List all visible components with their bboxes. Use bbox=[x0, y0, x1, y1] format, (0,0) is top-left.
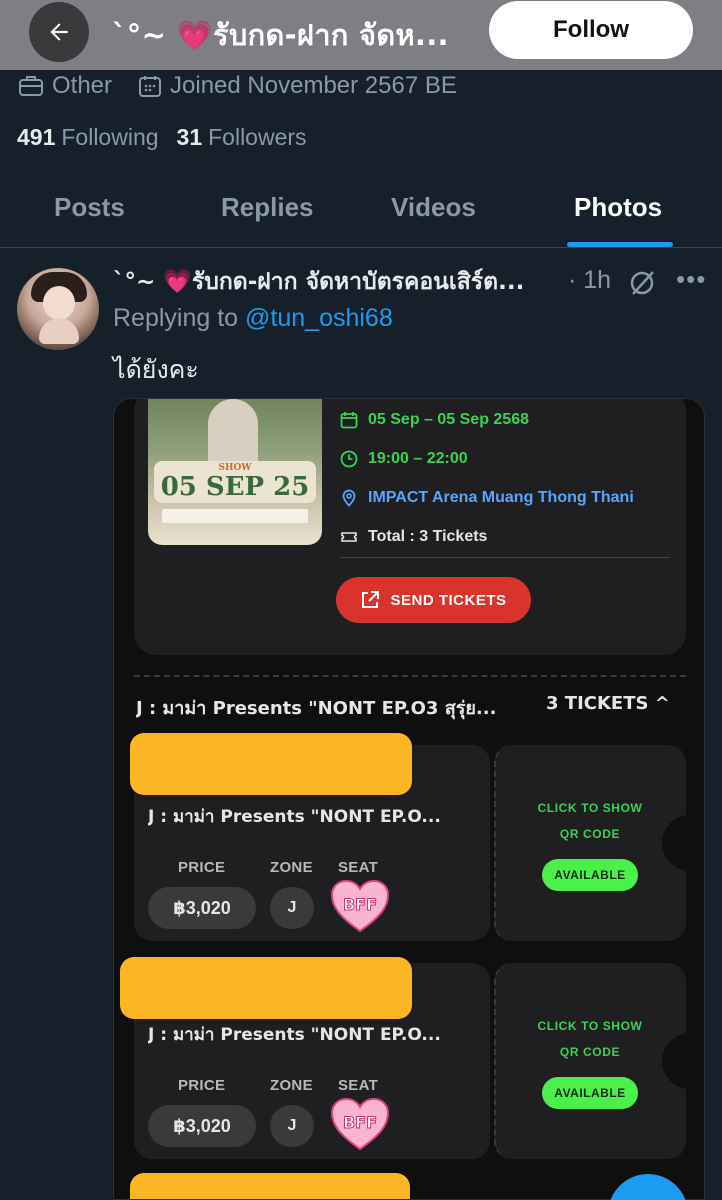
location-pin-icon bbox=[342, 489, 356, 507]
bff-heart-sticker: BFF bbox=[330, 1097, 390, 1151]
price-value: ฿3,020 bbox=[148, 887, 256, 929]
price-value: ฿3,020 bbox=[148, 1105, 256, 1147]
follow-stats: 491 Following 31 Followers bbox=[17, 124, 325, 151]
ticket-card[interactable]: J : มาม่า Presents "NONT EP.O... PRICE Z… bbox=[130, 733, 702, 941]
avatar[interactable] bbox=[17, 268, 99, 350]
venue-row: IMPACT Arena Muang Thong Thani bbox=[340, 489, 634, 507]
ticket-name: J : มาม่า Presents "NONT EP.O... bbox=[148, 1025, 441, 1045]
profile-category: Other bbox=[18, 72, 112, 100]
followers-label: Followers bbox=[208, 124, 307, 150]
profile-meta: Other Joined November 2567 BE bbox=[18, 72, 483, 100]
available-badge[interactable]: AVAILABLE bbox=[542, 1077, 638, 1109]
event-title: J : มาม่า Presents "NONT EP.O3 สุรุ่ย... bbox=[136, 698, 497, 719]
event-date: 05 Sep – 05 Sep 2568 bbox=[368, 411, 529, 428]
replying-to: Replying to @tun_oshi68 bbox=[113, 304, 393, 333]
post-text: ได้ยังคะ bbox=[113, 355, 199, 384]
profile-joined: Joined November 2567 BE bbox=[138, 72, 457, 100]
briefcase-icon bbox=[19, 76, 43, 96]
clock-icon bbox=[340, 450, 358, 468]
more-options-icon[interactable]: ••• bbox=[676, 264, 706, 295]
profile-tabs: Posts Replies Videos Photos bbox=[0, 170, 722, 248]
seat-label: SEAT bbox=[338, 859, 379, 876]
back-button[interactable] bbox=[29, 2, 89, 62]
ticket-card[interactable]: J : มาม่า Presents "NONT EP.O... PRICE Z… bbox=[120, 957, 702, 1159]
post-time[interactable]: · 1h bbox=[568, 266, 611, 295]
joined-label: Joined November 2567 BE bbox=[170, 72, 457, 99]
zone-value: J bbox=[270, 887, 314, 929]
ticket-qr-panel[interactable] bbox=[494, 745, 686, 941]
seat-value: BFF bbox=[343, 1113, 377, 1132]
qr-line-2: QR CODE bbox=[559, 1045, 621, 1059]
event-poster: SHOW 05 SEP 25 bbox=[148, 399, 322, 545]
post-media-image[interactable]: SHOW 05 SEP 25 05 Sep – 05 Sep 2568 19:0… bbox=[113, 398, 705, 1200]
qr-line-1: CLICK TO SHOW bbox=[537, 801, 643, 815]
ticket-count: 3 TICKETS ^ bbox=[546, 693, 670, 714]
tab-replies[interactable]: Replies bbox=[221, 192, 314, 223]
seat-label: SEAT bbox=[338, 1077, 379, 1094]
price-label: PRICE bbox=[178, 859, 226, 876]
redaction-block bbox=[130, 1173, 410, 1199]
replying-prefix: Replying to bbox=[113, 304, 239, 332]
following-count: 491 bbox=[17, 124, 56, 150]
redaction-block bbox=[120, 957, 412, 1019]
active-tab-indicator bbox=[567, 242, 673, 247]
zone-label: ZONE bbox=[270, 1077, 313, 1094]
calendar-icon bbox=[340, 412, 358, 429]
tab-photos[interactable]: Photos bbox=[574, 192, 662, 223]
header-title: `°~ 💗รับกด-ฝาก จัดห... bbox=[112, 18, 449, 52]
replying-handle[interactable]: @tun_oshi68 bbox=[245, 304, 393, 332]
followers-count: 31 bbox=[176, 124, 203, 150]
total-row: Total : 3 Tickets bbox=[340, 528, 487, 546]
bff-heart-sticker: BFF bbox=[330, 879, 390, 933]
following-label: Following bbox=[61, 124, 159, 150]
zone-value: J bbox=[270, 1105, 314, 1147]
grok-icon[interactable] bbox=[627, 268, 657, 298]
following-link[interactable]: 491 Following bbox=[17, 124, 159, 151]
calendar-icon bbox=[139, 76, 162, 97]
seat-value: BFF bbox=[343, 895, 377, 914]
dashed-divider bbox=[134, 675, 686, 677]
event-time: 19:00 – 22:00 bbox=[368, 450, 468, 467]
divider bbox=[340, 557, 670, 558]
post-header: `°~ 💗รับกด-ฝาก จัดหาบัตรคอนเสิร์ต... · 1… bbox=[113, 264, 713, 300]
qr-line-1: CLICK TO SHOW bbox=[537, 1019, 643, 1033]
ticket-qr-panel[interactable] bbox=[494, 963, 686, 1159]
ticket-total: Total : 3 Tickets bbox=[368, 528, 488, 545]
follow-button[interactable]: Follow bbox=[489, 1, 693, 59]
event-date-row: 05 Sep – 05 Sep 2568 bbox=[340, 411, 529, 429]
category-label: Other bbox=[52, 72, 113, 99]
poster-date: 05 SEP 25 bbox=[160, 472, 310, 502]
ticket-name: J : มาม่า Presents "NONT EP.O... bbox=[148, 807, 441, 827]
followers-link[interactable]: 31 Followers bbox=[177, 124, 307, 151]
available-badge[interactable]: AVAILABLE bbox=[542, 859, 638, 891]
arrow-left-icon bbox=[50, 23, 68, 41]
event-card: SHOW 05 SEP 25 05 Sep – 05 Sep 2568 19:0… bbox=[134, 399, 686, 655]
tab-videos[interactable]: Videos bbox=[391, 192, 476, 223]
redaction-block bbox=[130, 733, 412, 795]
event-venue[interactable]: IMPACT Arena Muang Thong Thani bbox=[368, 489, 634, 507]
top-bar: `°~ 💗รับกด-ฝาก จัดห... Follow bbox=[0, 0, 722, 70]
qr-line-2: QR CODE bbox=[559, 827, 621, 841]
tab-posts[interactable]: Posts bbox=[54, 192, 125, 223]
external-link-icon bbox=[362, 591, 380, 608]
ticket-icon bbox=[341, 532, 357, 542]
send-tickets-label: SEND TICKETS bbox=[390, 591, 507, 609]
event-time-row: 19:00 – 22:00 bbox=[340, 450, 468, 468]
post-author[interactable]: `°~ 💗รับกด-ฝาก จัดหาบัตรคอนเสิร์ต... bbox=[113, 264, 563, 300]
price-label: PRICE bbox=[178, 1077, 226, 1094]
zone-label: ZONE bbox=[270, 859, 313, 876]
send-tickets-button[interactable]: SEND TICKETS bbox=[336, 577, 531, 623]
